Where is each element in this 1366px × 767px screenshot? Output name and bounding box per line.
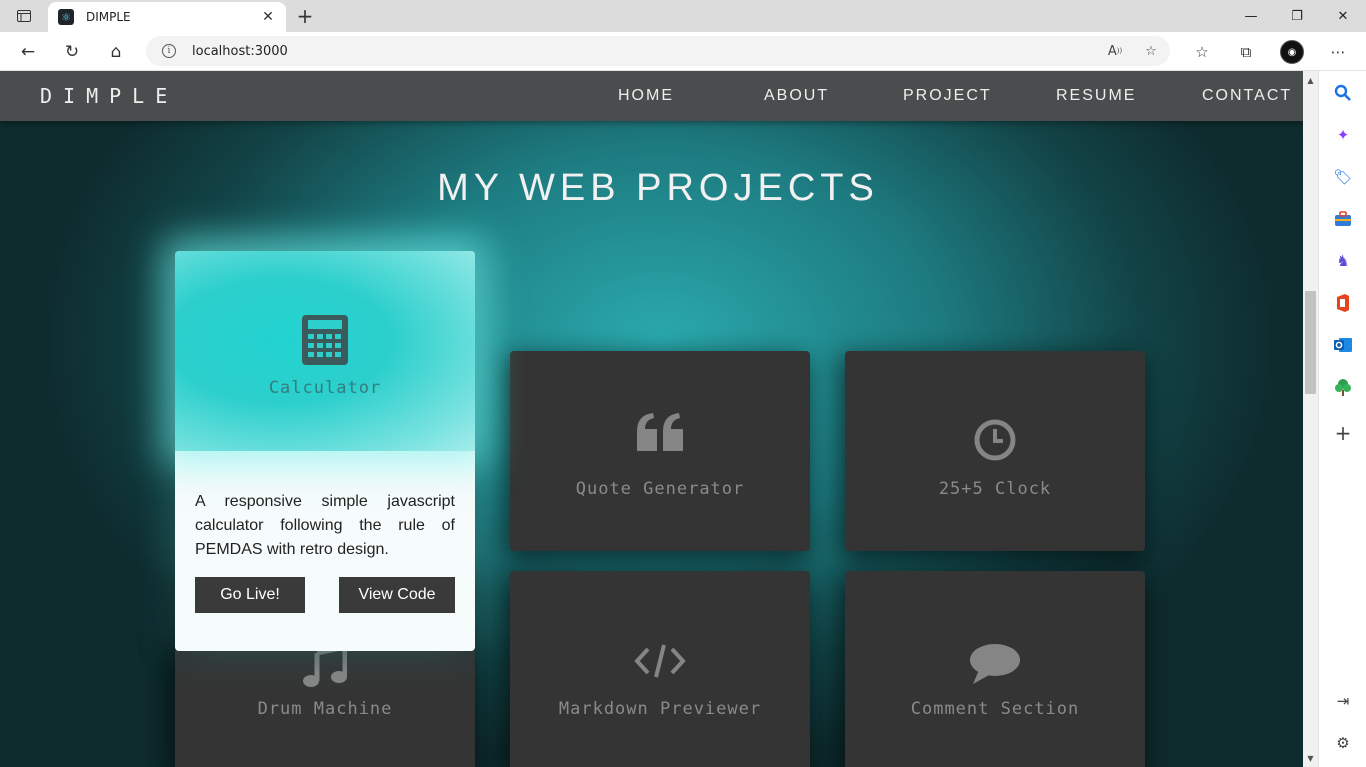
refresh-button[interactable]: ↻ xyxy=(58,39,86,65)
search-icon[interactable] xyxy=(1331,81,1355,105)
restore-button[interactable]: ❐ xyxy=(1274,0,1320,32)
new-tab-button[interactable]: + xyxy=(293,4,317,28)
project-card-quote-generator[interactable]: Quote Generator xyxy=(510,351,810,551)
nav-home[interactable]: HOME xyxy=(618,71,674,121)
project-card-title: Quote Generator xyxy=(575,479,745,499)
site-brand[interactable]: DIMPLE xyxy=(40,71,178,121)
hide-sidebar-icon[interactable]: ⇥ xyxy=(1331,689,1355,713)
nav-contact[interactable]: CONTACT xyxy=(1202,71,1292,121)
scroll-up-icon[interactable]: ▲ xyxy=(1303,73,1318,87)
games-icon[interactable]: ♞ xyxy=(1331,249,1355,273)
read-aloud-icon[interactable]: A)) xyxy=(1102,36,1128,66)
card-banner: Calculator xyxy=(175,251,475,451)
comment-icon xyxy=(845,643,1145,685)
more-menu-icon[interactable]: ⋯ xyxy=(1324,39,1352,65)
outlook-icon[interactable] xyxy=(1331,333,1355,357)
collections-icon[interactable]: ⧉ xyxy=(1232,39,1260,65)
project-description: A responsive simple javascript calculato… xyxy=(195,493,455,558)
browser-tab-bar: ⚛ DIMPLE ✕ + — ❐ ✕ xyxy=(0,0,1366,32)
nav-project[interactable]: PROJECT xyxy=(903,71,992,121)
react-favicon-icon: ⚛ xyxy=(58,9,74,25)
close-tab-icon[interactable]: ✕ xyxy=(260,9,276,25)
view-code-button[interactable]: View Code xyxy=(339,577,455,613)
avatar: ◉ xyxy=(1280,40,1304,64)
project-card-title: Markdown Previewer xyxy=(558,699,762,719)
scroll-down-icon[interactable]: ▼ xyxy=(1303,751,1318,765)
page-title: MY WEB PROJECTS xyxy=(437,167,879,209)
settings-gear-icon[interactable]: ⚙ xyxy=(1331,731,1355,755)
profile-avatar[interactable]: ◉ xyxy=(1278,39,1306,65)
project-card-comment-section[interactable]: Comment Section xyxy=(845,571,1145,767)
scrollbar-thumb[interactable] xyxy=(1305,291,1316,394)
office-icon[interactable] xyxy=(1331,291,1355,315)
favorites-icon[interactable]: ☆ xyxy=(1188,39,1216,65)
project-card-title: 25+5 Clock xyxy=(938,479,1052,499)
tab-title: DIMPLE xyxy=(86,10,131,24)
address-bar[interactable]: i localhost:3000 A)) ☆ xyxy=(146,36,1170,66)
tools-icon[interactable] xyxy=(1331,207,1355,231)
minimize-button[interactable]: — xyxy=(1228,0,1274,32)
nav-about[interactable]: ABOUT xyxy=(764,71,829,121)
project-card-title: Calculator xyxy=(268,378,382,398)
page-scrollbar[interactable]: ▲ ▼ xyxy=(1303,71,1318,767)
shopping-tag-icon[interactable]: 🏷 xyxy=(1331,165,1355,189)
page-viewport: DIMPLE HOME ABOUT PROJECT RESUME CONTACT… xyxy=(0,71,1303,767)
add-sidebar-app-icon[interactable]: + xyxy=(1331,421,1355,445)
close-window-button[interactable]: ✕ xyxy=(1320,0,1366,32)
code-icon xyxy=(510,643,810,679)
project-card-title: Comment Section xyxy=(910,699,1080,719)
quote-icon xyxy=(510,413,810,451)
tree-icon[interactable] xyxy=(1331,375,1355,399)
go-live-button[interactable]: Go Live! xyxy=(195,577,305,613)
back-button[interactable]: ← xyxy=(14,39,42,65)
browser-tab[interactable]: ⚛ DIMPLE ✕ xyxy=(48,2,286,32)
tab-actions-icon[interactable] xyxy=(6,4,42,28)
site-info-icon[interactable]: i xyxy=(162,44,176,58)
project-card-clock[interactable]: 25+5 Clock xyxy=(845,351,1145,551)
home-button[interactable]: ⌂ xyxy=(102,39,130,65)
calculator-icon xyxy=(175,315,475,365)
address-toolbar: ← ↻ ⌂ i localhost:3000 A)) ☆ ☆ ⧉ ◉ ⋯ xyxy=(0,32,1366,71)
add-favorite-icon[interactable]: ☆ xyxy=(1138,36,1164,66)
nav-resume[interactable]: RESUME xyxy=(1056,71,1136,121)
site-navbar: DIMPLE HOME ABOUT PROJECT RESUME CONTACT xyxy=(0,71,1303,121)
copilot-sparkle-icon[interactable]: ✦ xyxy=(1331,123,1355,147)
music-icon xyxy=(175,647,475,687)
project-card-markdown-previewer[interactable]: Markdown Previewer xyxy=(510,571,810,767)
project-card-calculator[interactable]: Calculator A responsive simple javascrip… xyxy=(175,251,475,651)
clock-icon xyxy=(845,419,1145,461)
url-text: localhost:3000 xyxy=(192,43,288,59)
project-card-title: Drum Machine xyxy=(257,699,393,719)
browser-sidebar: ✦ 🏷 ♞ + ⇥ ⚙ xyxy=(1318,71,1366,767)
